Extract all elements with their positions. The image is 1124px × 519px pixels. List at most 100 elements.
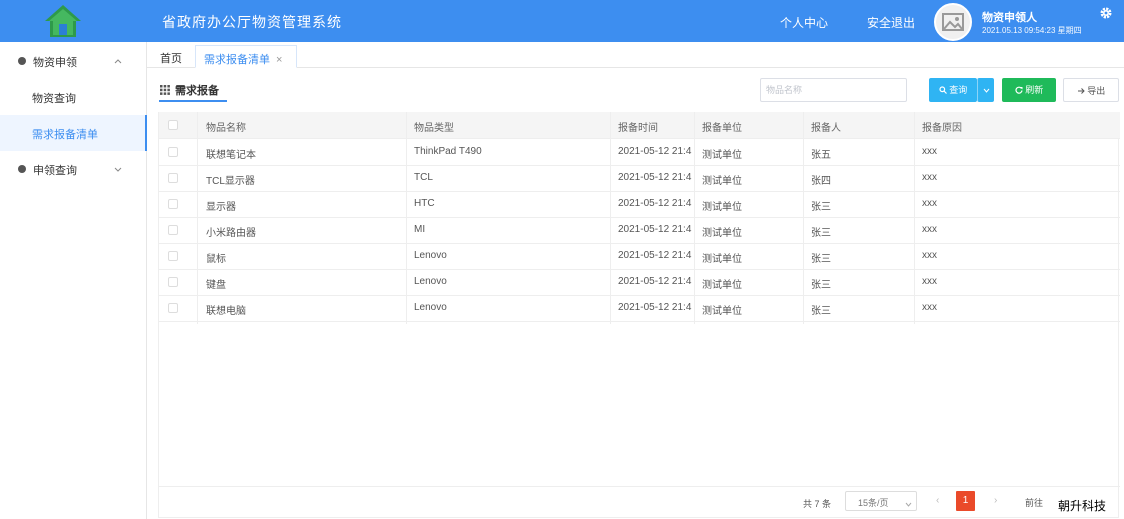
table-row[interactable]: 联想笔记本 ThinkPad T490 2021-05-12 21:4 测试单位… [159, 139, 1120, 166]
cell-reason: xxx [922, 250, 937, 261]
query-button-label: 查询 [949, 85, 968, 95]
cell-unit: 测试单位 [702, 202, 742, 213]
cell-unit: 测试单位 [702, 280, 742, 291]
select-all-checkbox[interactable] [168, 120, 178, 130]
row-checkbox[interactable] [168, 199, 178, 209]
cell-type: MI [414, 224, 426, 235]
cell-type: TCL [414, 172, 433, 183]
column-header[interactable]: 报备单位 [702, 119, 742, 134]
panel-title: 需求报备 [159, 82, 227, 102]
page-size-select[interactable]: 15条/页 [845, 491, 917, 511]
query-dropdown-button[interactable] [977, 78, 994, 102]
cell-person: 张四 [811, 176, 831, 187]
page-size-value: 15条/页 [858, 498, 889, 508]
image-placeholder-icon [936, 5, 970, 39]
cell-name: 键盘 [206, 280, 226, 291]
cell-person: 张三 [811, 202, 831, 213]
cell-unit: 测试单位 [702, 150, 742, 161]
cell-time: 2021-05-12 21:4 [618, 250, 692, 261]
sidebar-group-label: 申领查询 [33, 165, 77, 177]
sidebar-item-demand-report-list[interactable]: 需求报备清单 [0, 115, 147, 151]
chevron-up-icon [114, 56, 122, 64]
close-icon[interactable]: × [276, 54, 282, 66]
cell-name: 联想电脑 [206, 306, 246, 317]
logout-link[interactable]: 安全退出 [867, 14, 915, 31]
table-row[interactable]: 显示器 HTC 2021-05-12 21:4 测试单位 张三 xxx [159, 191, 1120, 218]
cell-time: 2021-05-12 21:4 [618, 146, 692, 157]
grid-icon [160, 85, 170, 95]
sidebar-group-apply-query[interactable]: 申领查询 [0, 151, 147, 187]
row-checkbox[interactable] [168, 173, 178, 183]
gear-icon[interactable] [1099, 6, 1113, 20]
cell-unit: 测试单位 [702, 228, 742, 239]
cell-name: 联想笔记本 [206, 150, 256, 161]
cell-type: Lenovo [414, 250, 447, 261]
column-header[interactable]: 报备原因 [922, 119, 962, 134]
column-header[interactable]: 物品名称 [206, 119, 246, 134]
page-number-current[interactable]: 1 [956, 491, 975, 511]
column-header[interactable]: 物品类型 [414, 119, 454, 134]
user-name: 物资申领人 [982, 12, 1037, 24]
cell-name: 鼠标 [206, 254, 226, 265]
column-header[interactable]: 报备人 [811, 119, 841, 134]
dot-icon [18, 57, 26, 65]
house-icon[interactable] [44, 4, 82, 38]
top-header: 省政府办公厅物资管理系统 个人中心 安全退出 物资申领人 2021.05.13 … [0, 0, 1124, 42]
cell-unit: 测试单位 [702, 306, 742, 317]
tab-demand-report-list[interactable]: 需求报备清单 × [195, 45, 297, 68]
prev-page-button[interactable]: ‹ [936, 495, 939, 506]
refresh-button-label: 刷新 [1025, 85, 1044, 95]
cell-name: TCL显示器 [206, 176, 255, 187]
tab-label: 需求报备清单 [204, 54, 270, 66]
cell-time: 2021-05-12 21:4 [618, 302, 692, 313]
cell-person: 张三 [811, 280, 831, 291]
tab-home[interactable]: 首页 [152, 45, 190, 68]
cell-type: ThinkPad T490 [414, 146, 482, 157]
refresh-button[interactable]: 刷新 [1002, 78, 1056, 102]
user-datetime: 2021.05.13 09:54:23 星期四 [982, 26, 1082, 35]
table-header: 物品名称 物品类型 报备时间 报备单位 报备人 报备原因 [159, 112, 1120, 139]
chevron-down-icon [983, 88, 989, 93]
cell-time: 2021-05-12 21:4 [618, 172, 692, 183]
sidebar-group-label: 物资申领 [33, 57, 77, 69]
dot-icon [18, 165, 26, 173]
next-page-button[interactable]: › [994, 495, 997, 506]
cell-person: 张三 [811, 254, 831, 265]
personal-center-link[interactable]: 个人中心 [780, 14, 828, 31]
row-checkbox[interactable] [168, 147, 178, 157]
table-row[interactable]: 键盘 Lenovo 2021-05-12 21:4 测试单位 张三 xxx [159, 269, 1120, 296]
row-checkbox[interactable] [168, 225, 178, 235]
cell-time: 2021-05-12 21:4 [618, 198, 692, 209]
search-input[interactable] [760, 78, 907, 102]
table-row[interactable]: 鼠标 Lenovo 2021-05-12 21:4 测试单位 张三 xxx [159, 243, 1120, 270]
search-icon [939, 86, 947, 94]
cell-unit: 测试单位 [702, 254, 742, 265]
sidebar-item-supply-query[interactable]: 物资查询 [0, 79, 147, 115]
query-button[interactable]: 查询 [929, 78, 977, 102]
cell-reason: xxx [922, 302, 937, 313]
watermark: 朝升科技 [1056, 497, 1109, 514]
cell-name: 小米路由器 [206, 228, 256, 239]
column-header[interactable]: 报备时间 [618, 119, 658, 134]
refresh-icon [1015, 86, 1023, 94]
cell-time: 2021-05-12 21:4 [618, 224, 692, 235]
row-checkbox[interactable] [168, 277, 178, 287]
cell-reason: xxx [922, 198, 937, 209]
table-row[interactable]: TCL显示器 TCL 2021-05-12 21:4 测试单位 张四 xxx [159, 165, 1120, 192]
table-row[interactable]: 联想电脑 Lenovo 2021-05-12 21:4 测试单位 张三 xxx [159, 295, 1120, 322]
table-row[interactable]: 小米路由器 MI 2021-05-12 21:4 测试单位 张三 xxx [159, 217, 1120, 244]
tab-bar: 首页 需求报备清单 × [147, 42, 1124, 68]
cell-reason: xxx [922, 224, 937, 235]
cell-type: Lenovo [414, 302, 447, 313]
sidebar-group-supply-apply[interactable]: 物资申领 [0, 43, 147, 79]
cell-time: 2021-05-12 21:4 [618, 276, 692, 287]
chevron-down-icon [905, 499, 912, 507]
chevron-down-icon [114, 164, 122, 172]
avatar[interactable] [934, 3, 972, 41]
export-button[interactable]: 导出 [1063, 78, 1119, 102]
cell-type: Lenovo [414, 276, 447, 287]
row-checkbox[interactable] [168, 251, 178, 261]
cell-type: HTC [414, 198, 435, 209]
row-checkbox[interactable] [168, 303, 178, 313]
cell-reason: xxx [922, 276, 937, 287]
